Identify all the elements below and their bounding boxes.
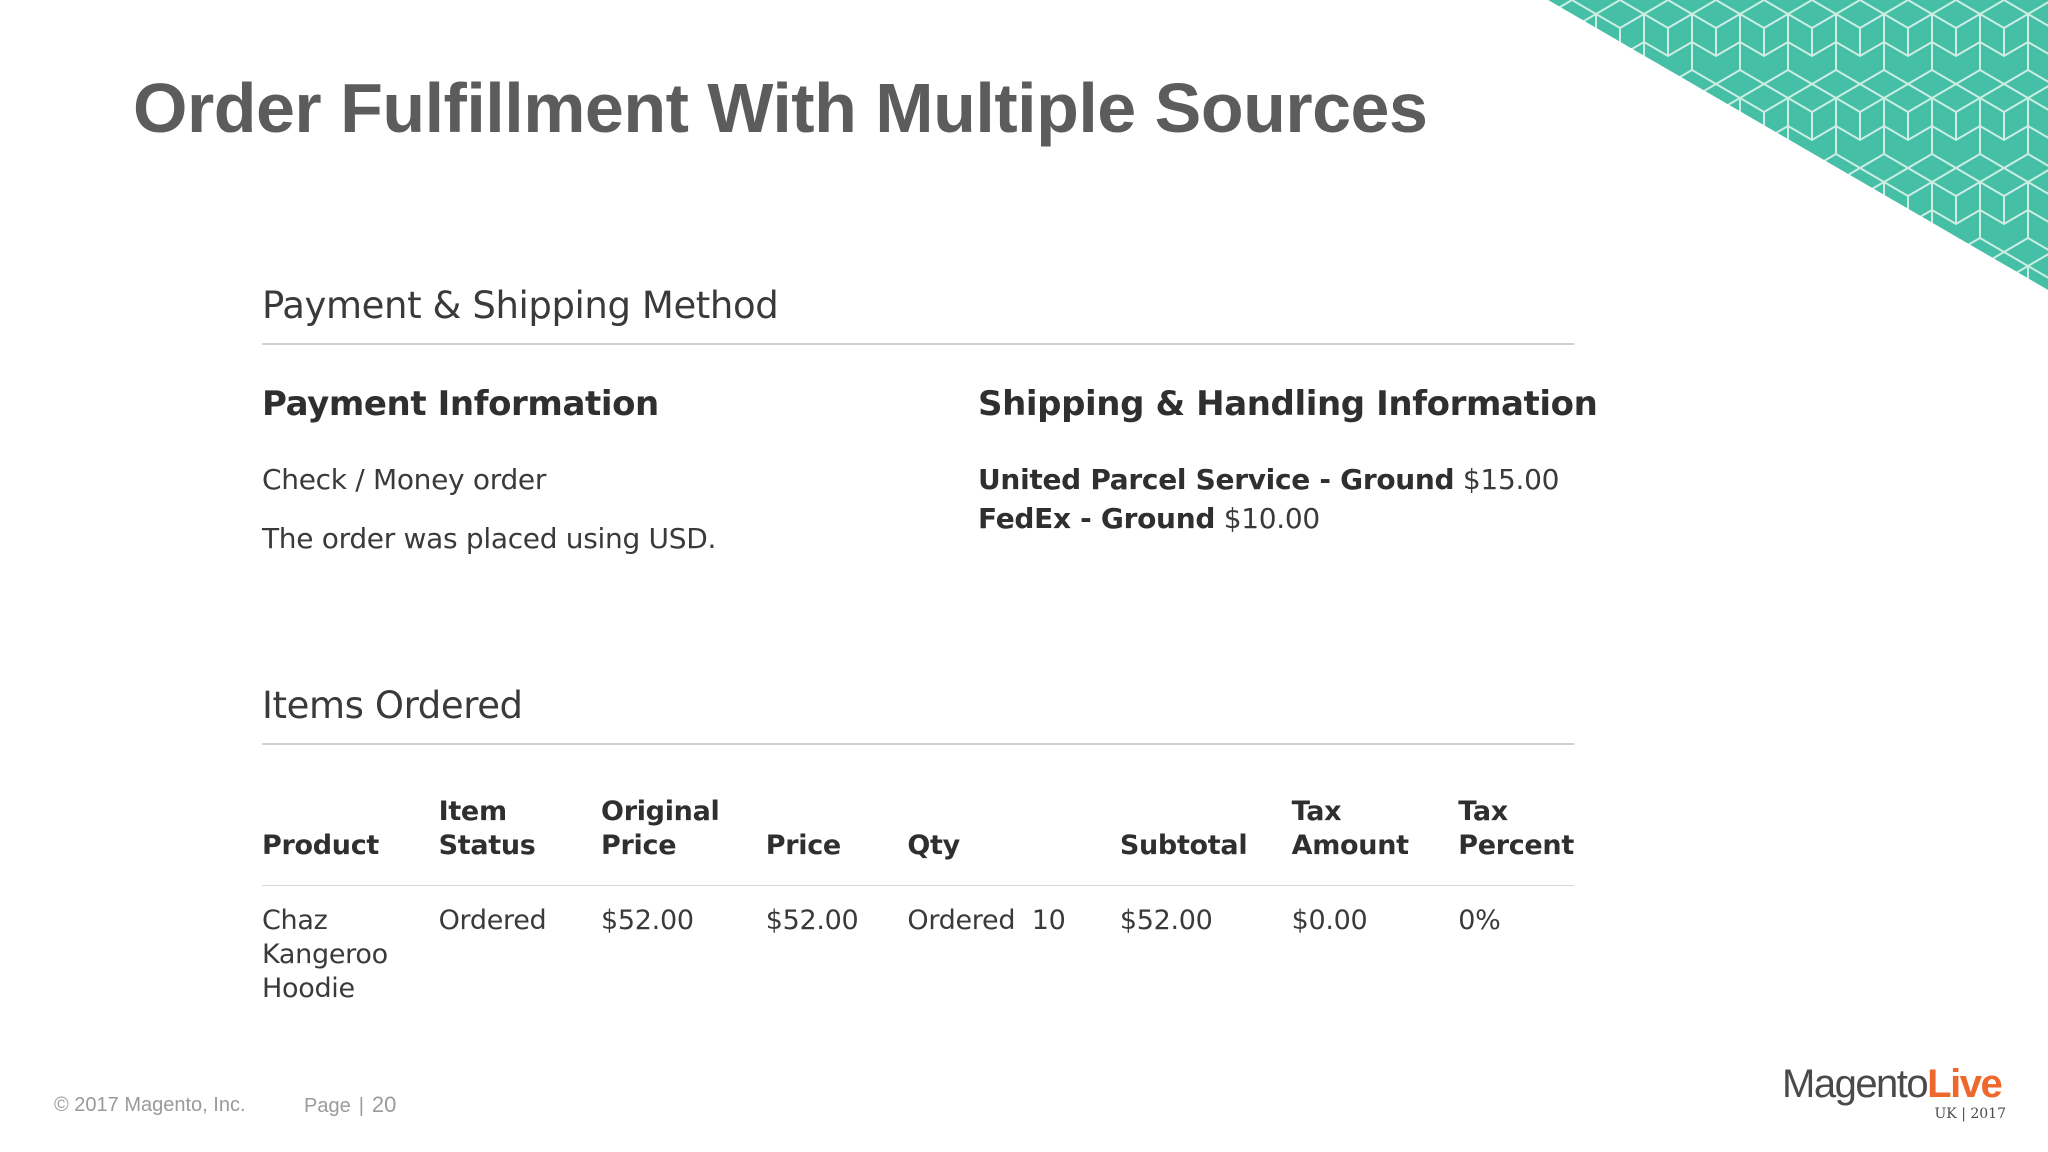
page-separator: | [358,1095,364,1117]
slide-title: Order Fulfillment With Multiple Sources [133,69,1428,147]
cell-price: $52.00 [765,905,859,936]
shipping-method-line: United Parcel Service - Ground $15.00 [978,463,1559,496]
items-ordered-table: Product Item Status Original Price Price… [262,795,1574,1006]
cell-product: Chaz Kangeroo Hoodie [262,905,388,1004]
cell-tax-amount: $0.00 [1291,905,1368,936]
footer-copyright: © 2017 Magento, Inc. [54,1094,246,1116]
items-ordered-section-title: Items Ordered [262,684,1574,745]
column-header-tax-amount: Tax Amount [1291,795,1459,886]
table-row: Chaz Kangeroo Hoodie Ordered $52.00 $52.… [262,886,1574,1007]
shipping-method-name: United Parcel Service - Ground [978,463,1455,496]
page-number: 20 [371,1092,397,1117]
column-header-tax-percent: Tax Percent [1458,795,1574,886]
payment-method-text: Check / Money order [262,463,547,496]
shipping-method-line: FedEx - Ground $10.00 [978,502,1320,535]
logo-wordmark: MagentoLive [1782,1062,2008,1107]
logo-word-magento: Magento [1782,1062,1929,1106]
column-header-original-price: Original Price [601,795,766,886]
payment-currency-note: The order was placed using USD. [262,522,717,555]
column-header-product: Product [262,795,439,886]
column-header-item-status: Item Status [438,795,602,886]
logo-subtitle: UK | 2017 [1934,1106,2006,1122]
cell-tax-percent: 0% [1458,905,1501,936]
column-header-qty: Qty [907,795,1120,886]
shipping-method-price: $15.00 [1462,463,1560,496]
cell-subtotal: $52.00 [1119,905,1213,936]
cell-qty: Ordered 10 [907,905,1066,936]
shipping-method-price: $10.00 [1223,502,1320,535]
column-header-price: Price [765,795,908,886]
cell-original-price: $52.00 [601,905,694,936]
column-header-subtotal: Subtotal [1119,795,1292,886]
cell-item-status: Ordered [438,905,547,936]
shipping-handling-heading: Shipping & Handling Information [978,384,1598,424]
shipping-method-name: FedEx - Ground [978,502,1216,535]
table-header-row: Product Item Status Original Price Price… [262,795,1574,886]
magento-live-logo: MagentoLive UK | 2017 [1782,1062,2008,1124]
footer-page-indicator: Page | 20 [304,1092,396,1118]
payment-information-heading: Payment Information [262,384,659,424]
logo-word-live: Live [1927,1062,2003,1106]
payment-shipping-section-title: Payment & Shipping Method [262,284,1574,345]
page-label: Page [304,1095,351,1117]
